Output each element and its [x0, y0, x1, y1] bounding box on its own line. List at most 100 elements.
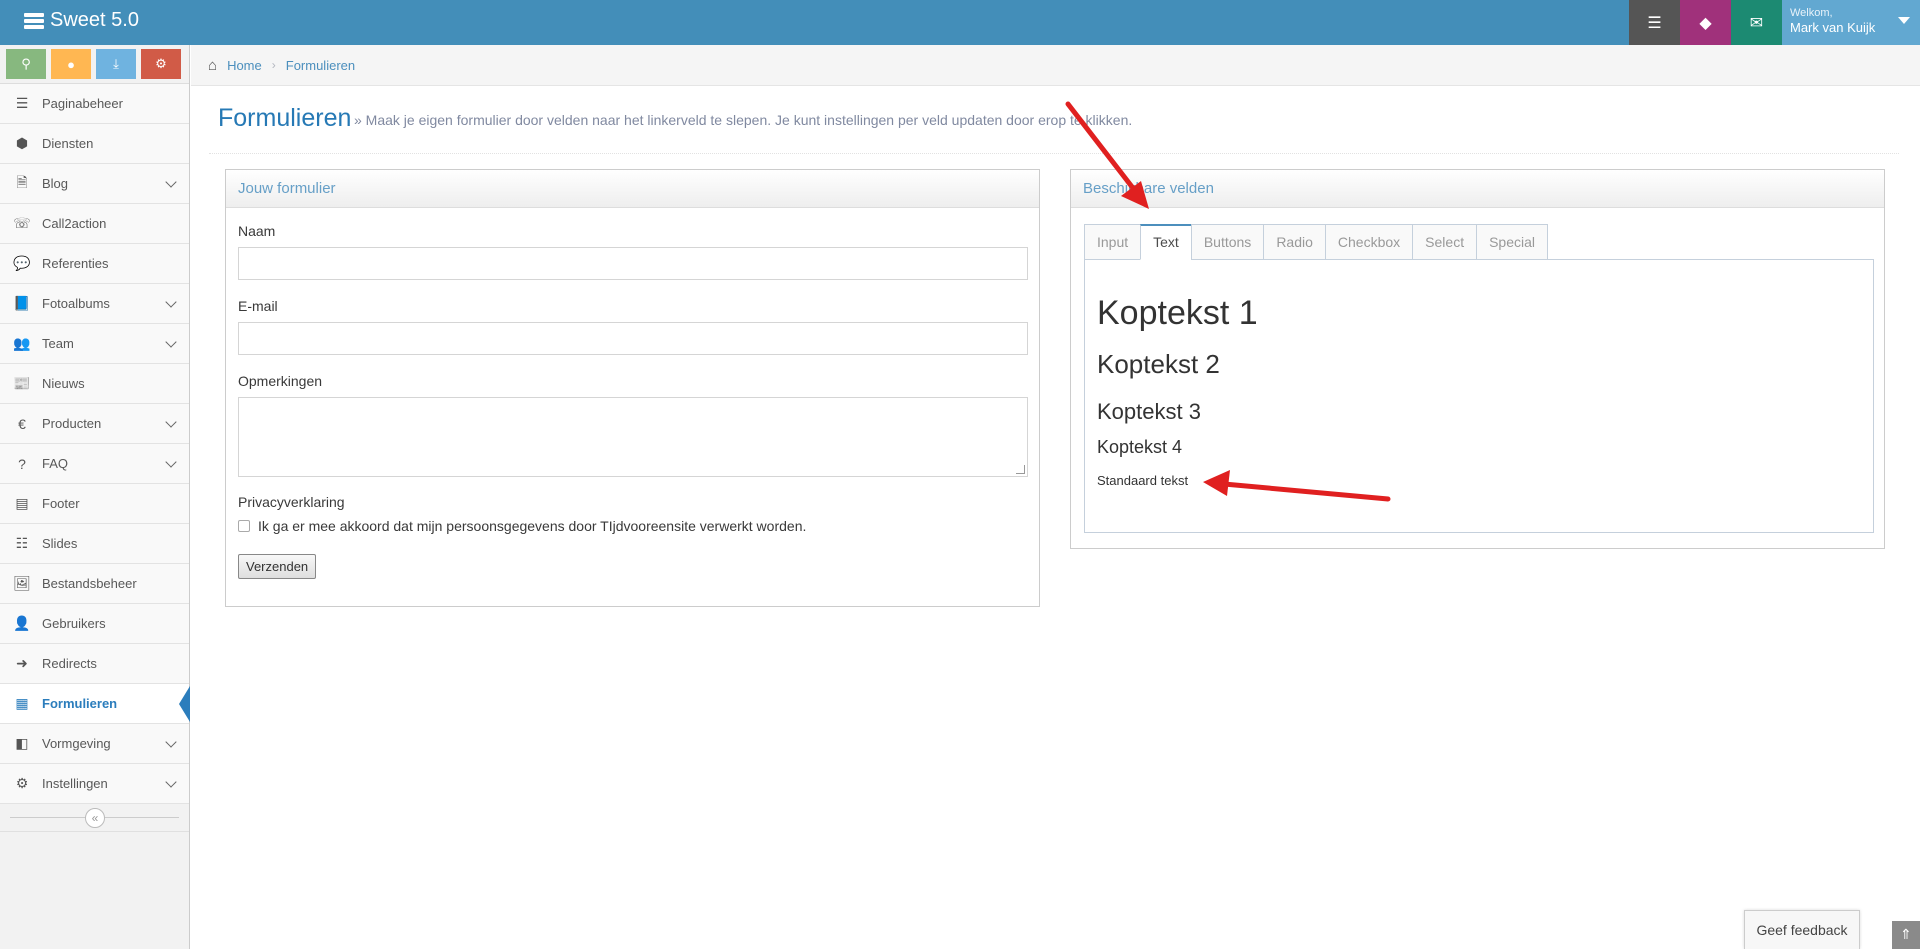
sidebar-item-team[interactable]: 👥 Team	[0, 324, 189, 364]
shortcut-location-button[interactable]: ⚲	[6, 49, 46, 79]
image-icon: 🖼	[13, 575, 31, 591]
phone-icon: ☏	[13, 215, 31, 231]
name-label: Naam	[238, 223, 276, 239]
question-icon: ?	[18, 455, 26, 472]
shortcut-user-button[interactable]: ●	[51, 49, 91, 79]
feedback-button[interactable]: Geef feedback	[1744, 910, 1860, 949]
available-fields-panel: Beschikbare velden Input Text Buttons Ra…	[1070, 169, 1885, 549]
download-icon: ⤓	[113, 56, 119, 71]
comments-textarea[interactable]	[238, 397, 1028, 477]
book-icon: 📘	[13, 295, 31, 311]
sidebar-item-gebruikers[interactable]: 👤 Gebruikers	[0, 604, 189, 644]
chevron-down-icon	[165, 456, 177, 468]
envelope-icon: ✉	[1749, 14, 1764, 32]
privacy-check-row: Ik ga er mee akkoord dat mijn persoonsge…	[238, 518, 1028, 534]
sidebar-shortcuts: ⚲ ● ⤓ ⚙	[0, 45, 189, 84]
tab-text[interactable]: Text	[1140, 224, 1191, 260]
sidebar-menu: ☰ Paginabeheer ⬢ Diensten 🗎 Blog ☏ Call2action 💬…	[0, 84, 190, 804]
notifications-button[interactable]: ◆	[1680, 0, 1731, 45]
sidebar-item-redirects[interactable]: ➜ Redirects	[0, 644, 189, 684]
page-title: Formulieren	[218, 104, 352, 132]
top-navbar: Sweet 5.0 ☰ ◆ ✉ Welkom, Mark van Kuijk	[0, 0, 1920, 45]
breadcrumb-current-link[interactable]: Formulieren	[286, 58, 355, 73]
sidebar-item-label: Team	[42, 336, 74, 351]
sidebar-item-faq[interactable]: ? FAQ	[0, 444, 189, 484]
comment-icon: 💬	[13, 255, 31, 271]
shortcut-settings-button[interactable]: ⚙	[141, 49, 181, 79]
sidebar-item-label: Blog	[42, 176, 69, 191]
sidebar-item-label: Formulieren	[42, 696, 118, 711]
tasks-button[interactable]: ☰	[1629, 0, 1680, 45]
brand[interactable]: Sweet 5.0	[24, 9, 139, 32]
name-input[interactable]	[238, 247, 1028, 280]
breadcrumb-separator-icon: ›	[271, 58, 276, 72]
breadcrumb: ⌂ Home › Formulieren	[191, 45, 1920, 86]
sidebar-item-slides[interactable]: ☷ Slides	[0, 524, 189, 564]
users-icon: 👥	[13, 335, 31, 351]
sidebar-item-formulieren[interactable]: ▦ Formulieren	[0, 684, 190, 724]
home-icon: ⌂	[208, 56, 218, 74]
sidebar-item-diensten[interactable]: ⬢ Diensten	[0, 124, 189, 164]
tab-radio[interactable]: Radio	[1263, 224, 1325, 260]
sidebar-item-bestandsbeheer[interactable]: 🖼 Bestandsbeheer	[0, 564, 189, 604]
email-input[interactable]	[238, 322, 1028, 355]
text-tab-content: Koptekst 1 Koptekst 2 Koptekst 3 Kopteks…	[1084, 259, 1874, 533]
sidebar-item-label: Slides	[42, 536, 78, 551]
heading-4-field[interactable]: Koptekst 4	[1097, 437, 1182, 458]
collapse-sidebar-icon[interactable]: «	[85, 808, 105, 828]
privacy-checkbox[interactable]	[238, 520, 250, 532]
euro-icon: €	[18, 415, 26, 432]
tab-select[interactable]: Select	[1412, 224, 1477, 260]
user-menu[interactable]: Welkom, Mark van Kuijk	[1782, 0, 1920, 45]
privacy-checkbox-label[interactable]: Ik ga er mee akkoord dat mijn persoonsge…	[258, 518, 806, 534]
comments-field-group: Opmerkingen	[238, 373, 1028, 477]
sidebar-collapse: «	[0, 804, 189, 832]
tab-input[interactable]: Input	[1084, 224, 1141, 260]
heading-2-field[interactable]: Koptekst 2	[1097, 349, 1220, 380]
heading-3-field[interactable]: Koptekst 3	[1097, 399, 1201, 425]
sliders-icon: ☷	[15, 535, 29, 551]
cogs-icon: ⚙	[155, 56, 167, 71]
form-builder-panel: Jouw formulier Naam E-mail Opmerkingen P…	[225, 169, 1040, 607]
scroll-up-button[interactable]: ⇑	[1892, 921, 1920, 949]
sidebar-item-blog[interactable]: 🗎 Blog	[0, 164, 189, 204]
sidebar: ⚲ ● ⤓ ⚙ ☰ Paginabeheer ⬢ Diensten 🗎 Blog ☏ Call…	[0, 45, 190, 949]
sidebar-item-fotoalbums[interactable]: 📘 Fotoalbums	[0, 284, 189, 324]
heading-1-field[interactable]: Koptekst 1	[1097, 294, 1258, 333]
sidebar-item-instellingen[interactable]: ⚙ Instellingen	[0, 764, 189, 804]
user-icon: ●	[67, 56, 75, 72]
columns-icon: ◧	[15, 735, 29, 751]
chevron-down-icon	[165, 776, 177, 788]
page-subtitle: » Maak je eigen formulier door velden na…	[354, 112, 1133, 128]
sidebar-item-referenties[interactable]: 💬 Referenties	[0, 244, 189, 284]
tab-special[interactable]: Special	[1476, 224, 1549, 260]
sidebar-item-footer[interactable]: ▤ Footer	[0, 484, 189, 524]
sidebar-item-producten[interactable]: € Producten	[0, 404, 189, 444]
app-title: Sweet 5.0	[50, 9, 139, 31]
sidebar-item-label: Footer	[42, 496, 80, 511]
sidebar-item-label: Diensten	[42, 136, 94, 151]
list-alt-icon: ▤	[15, 495, 29, 511]
submit-button[interactable]: Verzenden	[238, 554, 317, 579]
chevron-down-icon	[165, 416, 177, 428]
comments-label: Opmerkingen	[238, 373, 323, 389]
breadcrumb-home-link[interactable]: Home	[227, 58, 262, 73]
email-field-group: E-mail	[238, 298, 1028, 355]
arrow-circle-icon: ➜	[16, 655, 28, 671]
sidebar-item-nieuws[interactable]: 📰 Nieuws	[0, 364, 189, 404]
tab-checkbox[interactable]: Checkbox	[1324, 224, 1413, 260]
tab-buttons[interactable]: Buttons	[1190, 224, 1264, 260]
privacy-label: Privacyverklaring	[238, 494, 345, 510]
messages-button[interactable]: ✉	[1731, 0, 1782, 45]
file-text-icon: 🗎	[16, 173, 28, 190]
privacy-field-group: Privacyverklaring Ik ga er mee akkoord d…	[238, 494, 1028, 534]
sidebar-item-label: Producten	[42, 416, 102, 431]
server-icon	[24, 12, 44, 30]
paragraph-text-field[interactable]: Standaard tekst	[1097, 473, 1188, 488]
shortcut-download-button[interactable]: ⤓	[96, 49, 136, 79]
email-label: E-mail	[238, 298, 278, 314]
sidebar-item-call2action[interactable]: ☏ Call2action	[0, 204, 189, 244]
user-name: Mark van Kuijk	[1790, 20, 1876, 35]
sidebar-item-vormgeving[interactable]: ◧ Vormgeving	[0, 724, 189, 764]
sidebar-item-paginabeheer[interactable]: ☰ Paginabeheer	[0, 84, 189, 124]
